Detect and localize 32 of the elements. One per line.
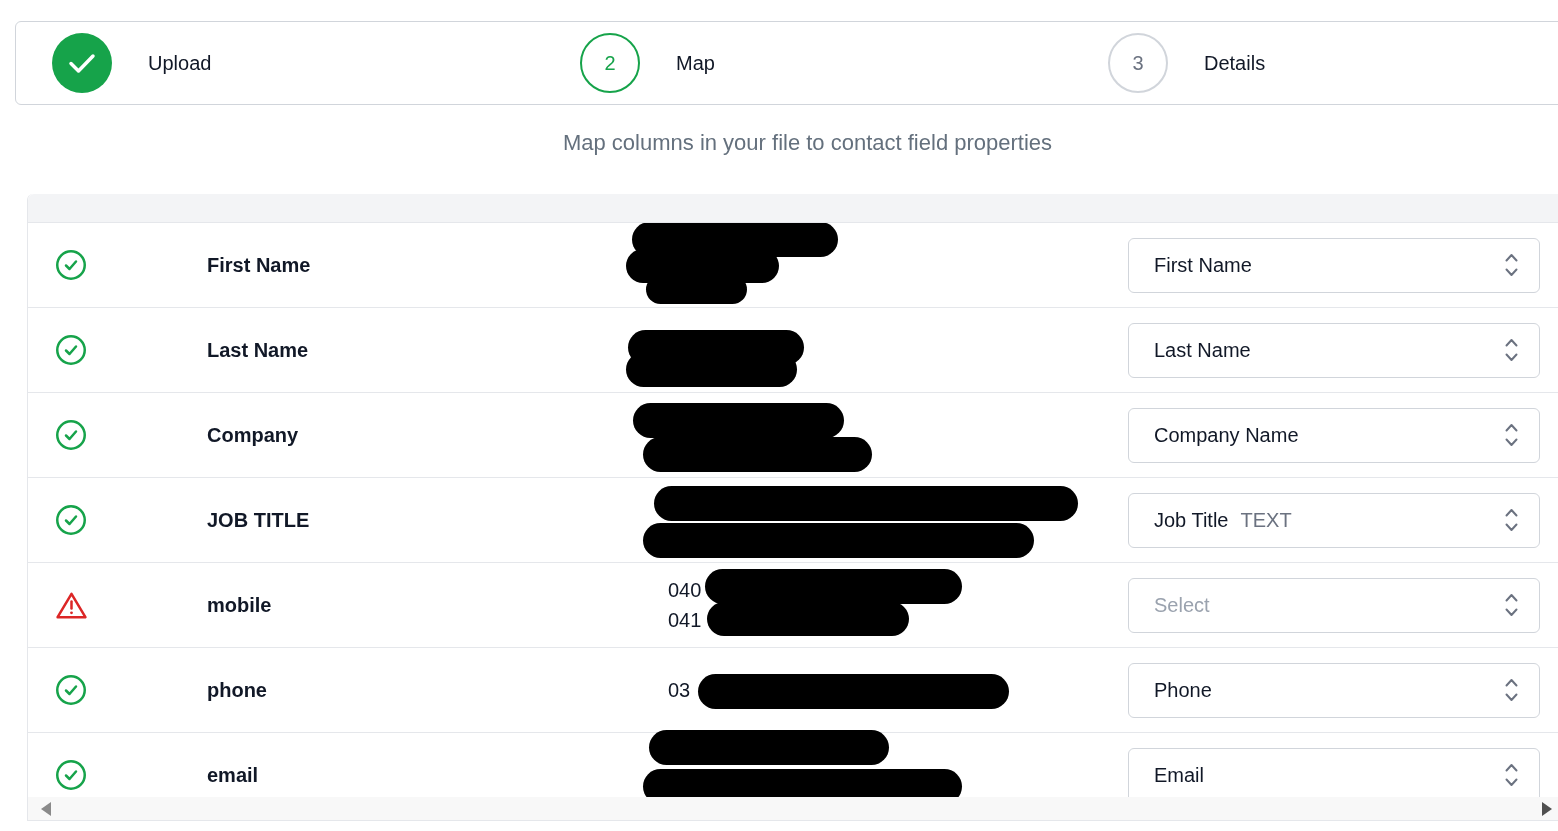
left-arrow-icon[interactable] [41, 801, 51, 816]
step-label: Upload [148, 51, 212, 76]
column-name: phone [207, 679, 267, 701]
column-name: mobile [207, 594, 272, 616]
field-select[interactable]: Phone [1128, 662, 1540, 718]
step-label: Details [1204, 51, 1266, 76]
sample-value: 040 [668, 578, 702, 603]
column-name: email [207, 764, 259, 786]
sample-value: 03 [668, 678, 691, 703]
chevron-up-down-icon [1505, 423, 1518, 447]
column-name: First Name [207, 254, 311, 276]
right-arrow-icon[interactable] [1542, 801, 1552, 816]
column-name: Last Name [207, 339, 309, 361]
chevron-up-down-icon [1505, 678, 1518, 702]
page-subtitle: Map columns in your file to contact field properties [562, 129, 1053, 157]
sample-value: 041 [668, 608, 702, 633]
horizontal-scrollbar[interactable] [28, 797, 1558, 820]
step-number: 3 [1108, 33, 1168, 93]
chevron-up-down-icon [1505, 338, 1518, 362]
chevron-up-down-icon [1505, 508, 1518, 532]
step-number: 2 [580, 33, 640, 93]
field-select[interactable]: First Name [1128, 237, 1540, 293]
chevron-up-down-icon [1505, 763, 1518, 787]
chevron-up-down-icon [1505, 253, 1518, 277]
field-select[interactable]: Last Name [1128, 322, 1540, 378]
column-name: JOB TITLE [207, 509, 310, 531]
chevron-up-down-icon [1505, 593, 1518, 617]
field-select[interactable]: Job Title TEXT [1128, 492, 1540, 548]
step-label: Map [676, 51, 715, 76]
field-select[interactable]: Company Name [1128, 407, 1540, 463]
field-select[interactable]: Email [1128, 747, 1540, 797]
column-name: Company [207, 424, 299, 446]
